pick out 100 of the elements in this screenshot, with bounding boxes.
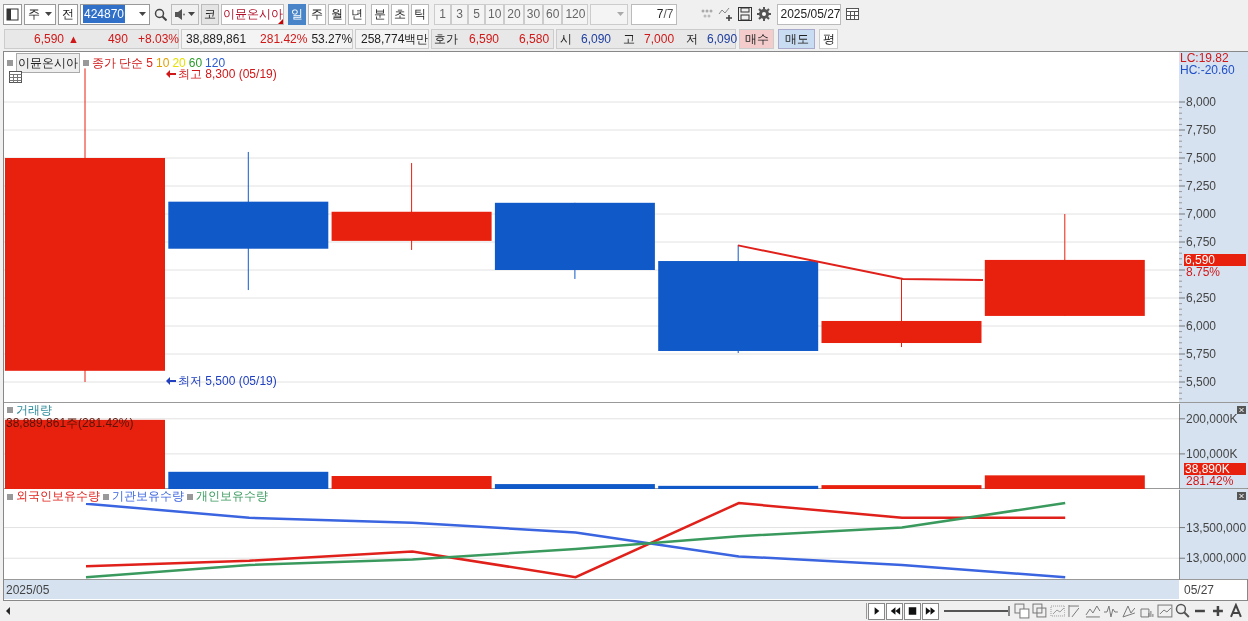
caret-icon [188, 12, 195, 16]
fast-forward-button[interactable] [922, 602, 940, 620]
interval-button[interactable]: 5 [468, 3, 485, 25]
stock-name-label: 이뮨온시아 [16, 53, 80, 73]
interval-button[interactable]: 3 [451, 3, 468, 25]
trade-amount: 258,774백만 [361, 31, 429, 48]
up-arrow: ▲ [68, 31, 79, 47]
axis-label: 13,500,000 [1186, 520, 1247, 535]
legend-square-icon [7, 407, 13, 413]
average-button[interactable]: 평 [819, 29, 838, 49]
high-price-note: 최고 8,300 (05/19) [178, 67, 277, 83]
grid-add-icon[interactable] [1013, 603, 1030, 619]
moving-average-period: 120 [205, 55, 226, 70]
bid-price: 6,580 [519, 31, 550, 48]
trend-icon[interactable] [1085, 603, 1102, 619]
left-arrow-icon [166, 70, 176, 78]
interval-button[interactable]: 10 [485, 3, 505, 25]
settings-icon [756, 6, 773, 22]
legend-square-icon [103, 493, 109, 500]
date-label: 05/27 [1184, 581, 1215, 599]
dotted-chart-icon[interactable] [1049, 603, 1066, 619]
price-badge: 6,590 [1184, 254, 1246, 266]
quote-label: 저 [686, 31, 699, 48]
date-field[interactable]: 2025/05/27 [777, 3, 842, 25]
volume-title: 거래량 [16, 404, 52, 416]
period-tab[interactable]: 분 [371, 3, 389, 25]
price-rate: 8.75% [1186, 266, 1221, 278]
code-field[interactable]: 424870 [80, 3, 150, 25]
volume-badge: 38,890K [1184, 463, 1246, 475]
legend-square-icon [7, 60, 13, 66]
speaker-dropdown[interactable] [171, 3, 199, 25]
layout-button[interactable] [3, 3, 22, 25]
prev-button[interactable]: 전 [58, 3, 78, 25]
search-icon[interactable] [1174, 603, 1191, 619]
search-icon [154, 7, 167, 21]
wave-icon[interactable] [1103, 603, 1119, 619]
fan-icon[interactable] [1121, 603, 1137, 619]
axis-label: 6,000 [1186, 319, 1217, 333]
moving-average-label: 종가 단순 [92, 55, 144, 72]
axis-label: 7,000 [1186, 207, 1217, 221]
period-tab[interactable]: 주 [308, 3, 326, 25]
volume-rate-label: 281.42% [1186, 475, 1234, 487]
font-size-icon[interactable] [1228, 603, 1244, 619]
ask-price: 6,590 [469, 31, 500, 48]
moving-average-period: 60 [188, 55, 203, 70]
period-tab[interactable]: 년 [348, 3, 366, 25]
period-tab[interactable]: 초 [391, 3, 409, 25]
legend-label: 외국인보유수량 [16, 490, 100, 503]
interval-button[interactable]: 20 [504, 3, 524, 25]
period-tab[interactable]: 틱 [411, 3, 429, 25]
axis-label: 6,250 [1186, 291, 1217, 305]
volume-rate: 281.42% [260, 31, 308, 48]
chart-window-icon[interactable] [1156, 603, 1173, 619]
volume-value: 38,889,861 [186, 31, 247, 48]
overlap-icon[interactable] [1031, 603, 1048, 619]
stock-type-label: 코 [201, 3, 219, 25]
legend-label: 개인보유수량 [196, 490, 268, 503]
buy-button[interactable]: 매수 [739, 29, 774, 49]
interval-button[interactable]: 1 [434, 3, 451, 25]
period-tab[interactable]: 월 [328, 3, 346, 25]
calendar-icon [845, 8, 859, 20]
moving-average-period: 20 [172, 55, 186, 70]
caret-icon [617, 12, 625, 16]
rewind-button[interactable] [886, 602, 904, 620]
moving-average-period: 5 [146, 55, 154, 72]
interval-button[interactable]: 60 [543, 3, 563, 25]
quote-label: 고 [623, 31, 636, 48]
play-button[interactable] [868, 602, 886, 620]
hc-value: HC:-20.60 [1180, 64, 1235, 76]
legend-square-icon [7, 493, 13, 500]
table-icon[interactable] [9, 71, 22, 83]
stop-button[interactable] [904, 602, 922, 620]
zoom-slider[interactable] [942, 603, 1012, 619]
lc-value: LC:19.82 [1180, 52, 1229, 64]
period-tab[interactable]: 일 [288, 3, 306, 25]
chart-add-icon [718, 6, 735, 22]
count-field[interactable]: 7/7 [631, 3, 678, 25]
legend-square-icon [83, 60, 89, 66]
save-icon [737, 6, 754, 22]
interval-button[interactable]: 30 [523, 3, 544, 25]
interval-button[interactable]: 120 [562, 3, 589, 25]
high-price: 7,000 [644, 31, 675, 48]
scroll-left-icon[interactable] [4, 606, 12, 616]
low-price: 6,090 [707, 31, 738, 48]
axis-label: 7,750 [1186, 123, 1217, 137]
axis-label: 13,000,000 [1186, 551, 1247, 566]
axis-label: 7,250 [1186, 179, 1217, 193]
close-icon[interactable] [1237, 406, 1246, 414]
turnover-rate: 53.27% [311, 31, 353, 48]
axis-label: 5,750 [1186, 347, 1217, 361]
current-price: 6,590 [34, 31, 65, 48]
axis-label: 7,500 [1186, 151, 1217, 165]
sell-button[interactable]: 매도 [778, 29, 815, 49]
stock-name-field[interactable]: 이뮨온시아 [221, 3, 284, 25]
caret-icon [139, 12, 146, 16]
axis-label: 8,000 [1186, 95, 1217, 109]
change-rate: +8.03% [137, 31, 179, 48]
market-dropdown[interactable]: 주 [24, 3, 56, 25]
low-price-note: 최저 5,500 (05/19) [178, 373, 277, 390]
close-icon[interactable] [1237, 492, 1246, 500]
